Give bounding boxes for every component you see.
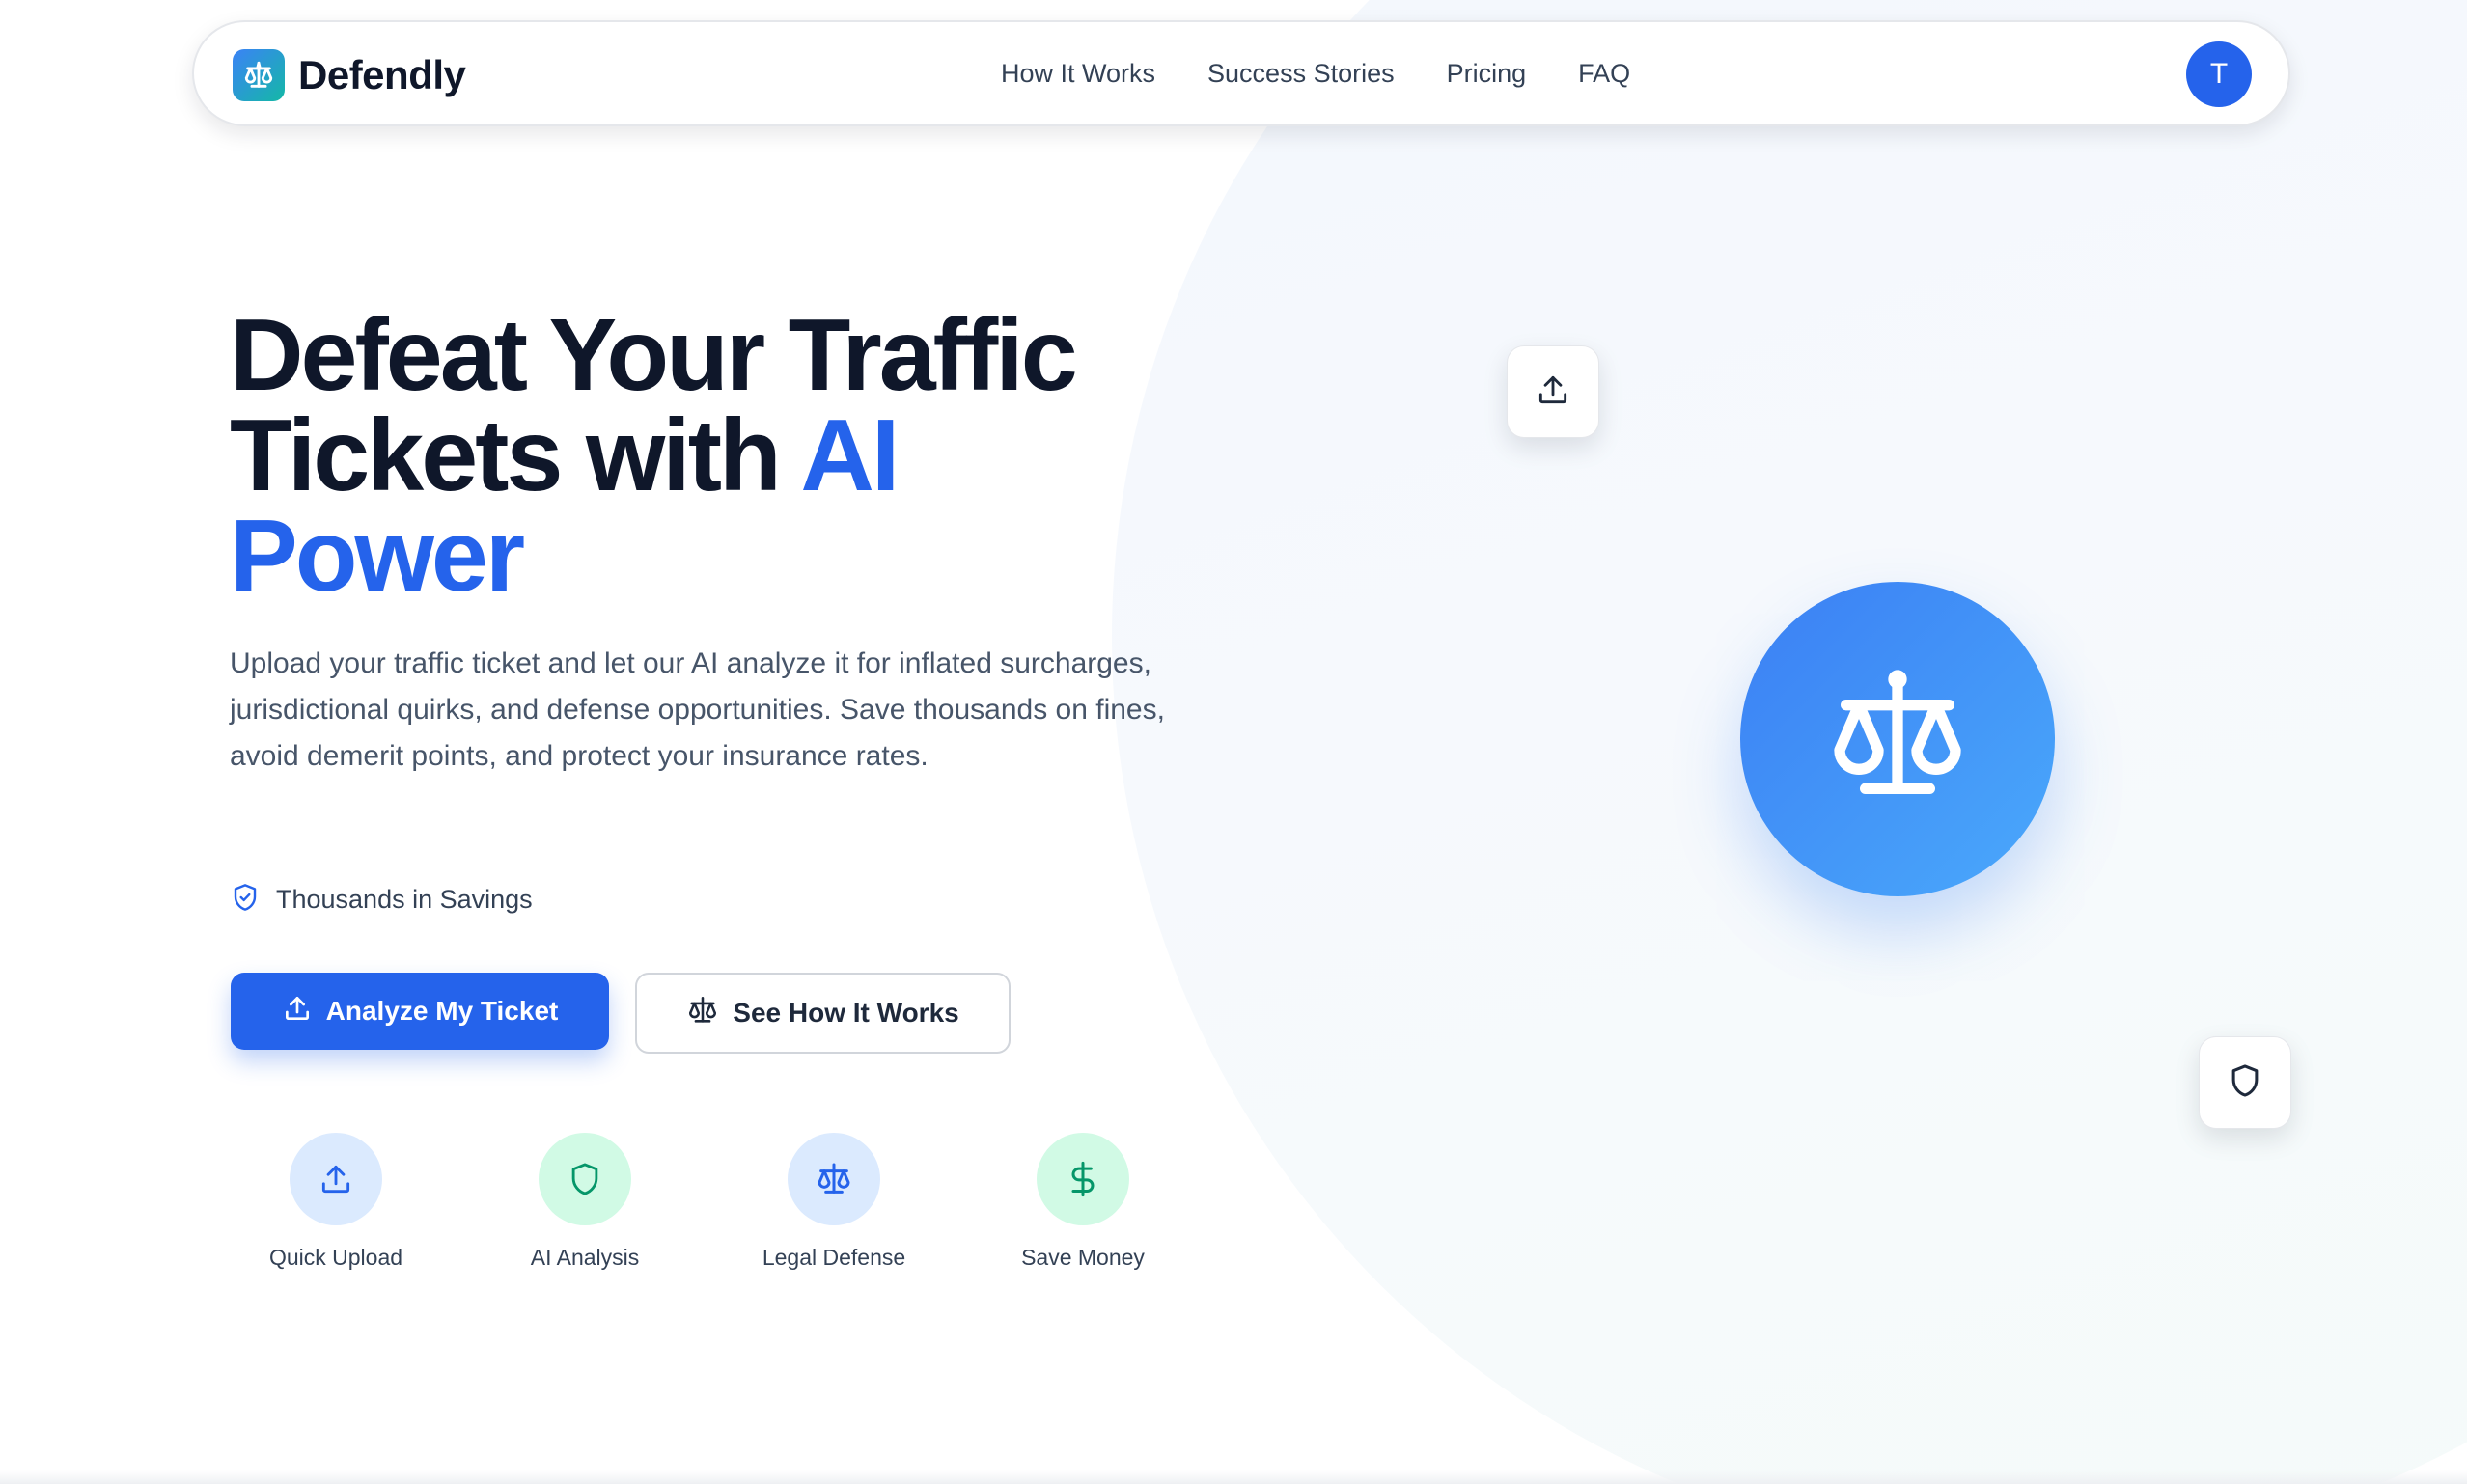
nav-link-faq[interactable]: FAQ — [1578, 59, 1630, 89]
nav-links: How It Works Success Stories Pricing FAQ — [1001, 22, 1630, 124]
hero-title-line1: Defeat Your Traffic — [230, 298, 1078, 412]
shield-icon — [539, 1133, 631, 1225]
upload-icon — [290, 1133, 382, 1225]
nav-link-pricing[interactable]: Pricing — [1447, 59, 1527, 89]
scale-icon — [788, 1133, 880, 1225]
analyze-ticket-label: Analyze My Ticket — [325, 996, 559, 1026]
hero-description: Upload your traffic ticket and let our A… — [230, 647, 1165, 772]
bottom-fade — [0, 1470, 2467, 1484]
savings-badge: Thousands in Savings — [230, 882, 533, 918]
feature-label: AI Analysis — [530, 1245, 640, 1270]
shield-icon — [2227, 1062, 2263, 1104]
feature-label: Legal Defense — [762, 1245, 906, 1270]
landing-page: Defendly How It Works Success Stories Pr… — [0, 0, 2467, 1484]
feature-ai-analysis: AI Analysis — [479, 1133, 691, 1271]
feature-label: Save Money — [1021, 1245, 1145, 1270]
feature-quick-upload: Quick Upload — [230, 1133, 442, 1271]
upload-icon — [1535, 371, 1571, 413]
upload-card — [1507, 345, 1599, 438]
analyze-ticket-button[interactable]: Analyze My Ticket — [231, 973, 609, 1050]
shield-check-icon — [230, 882, 261, 918]
nav-link-success-stories[interactable]: Success Stories — [1207, 59, 1395, 89]
scale-badge — [1740, 582, 2055, 896]
hero-title-accent-ai: AI — [800, 398, 900, 512]
navbar: Defendly How It Works Success Stories Pr… — [192, 20, 2290, 126]
scale-icon — [686, 994, 719, 1033]
scale-icon — [233, 49, 285, 101]
dollar-icon — [1037, 1133, 1129, 1225]
hero-title-accent-power: Power — [230, 499, 525, 613]
avatar[interactable]: T — [2186, 41, 2252, 107]
feature-legal-defense: Legal Defense — [728, 1133, 940, 1271]
scale-icon — [1820, 660, 1975, 819]
hero-title: Defeat Your Traffic Tickets with AI Power — [230, 304, 1195, 607]
logo[interactable]: Defendly — [233, 49, 466, 101]
see-how-it-works-label: See How It Works — [733, 998, 959, 1028]
hero-title-line2: Tickets with — [230, 398, 782, 512]
savings-text: Thousands in Savings — [276, 885, 533, 914]
shield-card — [2199, 1036, 2291, 1129]
feature-label: Quick Upload — [268, 1245, 403, 1270]
upload-icon — [282, 993, 313, 1031]
feature-save-money: Save Money — [977, 1133, 1189, 1271]
feature-list: Quick Upload AI Analysis Legal Defense S… — [0, 1133, 1255, 1278]
see-how-it-works-button[interactable]: See How It Works — [635, 973, 1011, 1054]
nav-link-how-it-works[interactable]: How It Works — [1001, 59, 1155, 89]
brand-name: Defendly — [298, 52, 466, 97]
